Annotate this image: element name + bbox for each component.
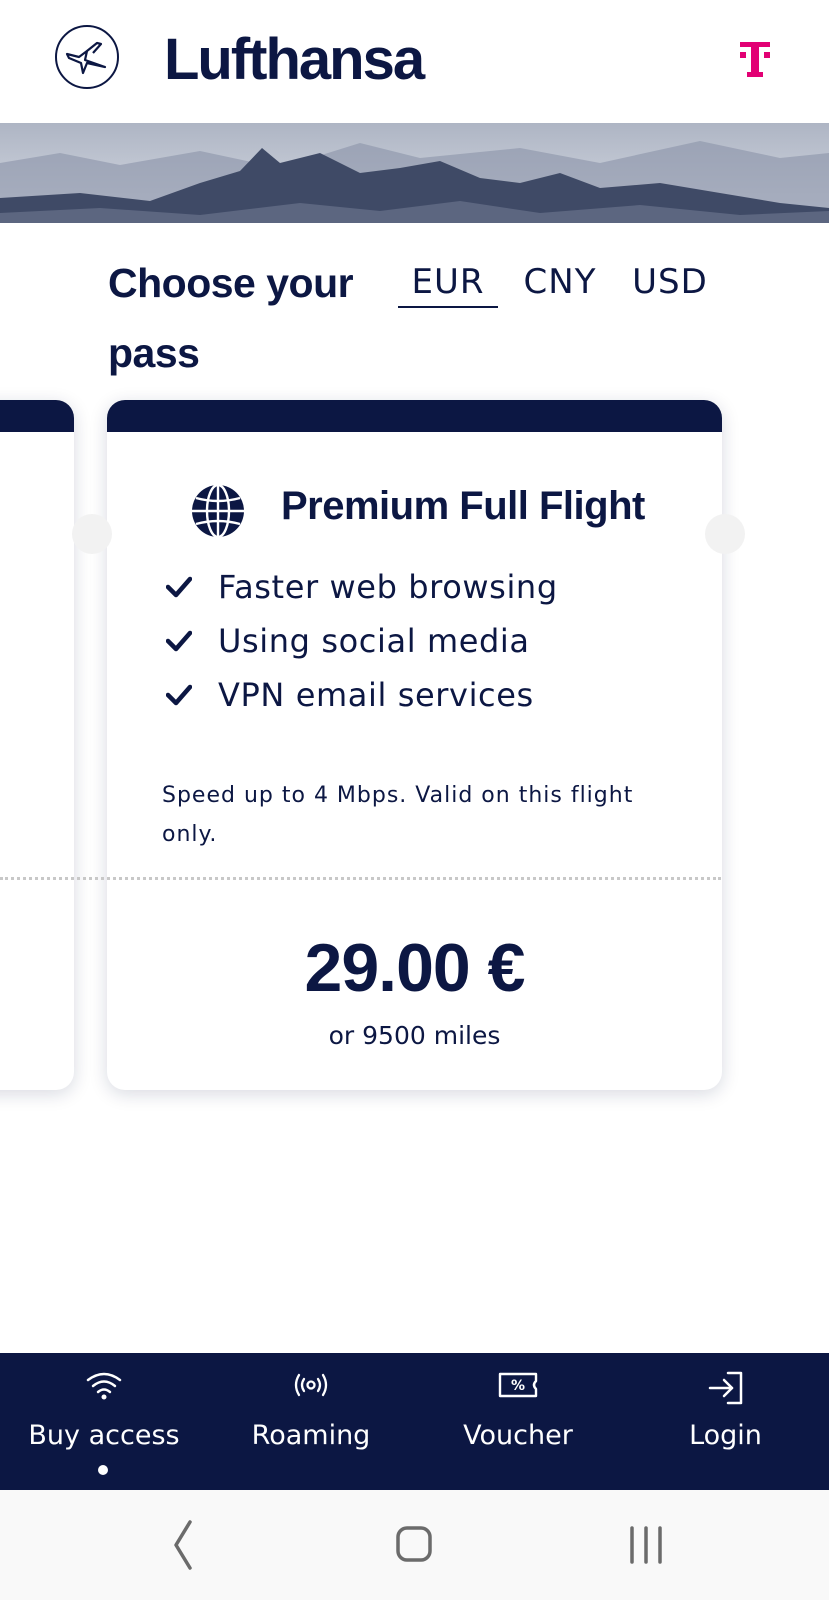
card-top-bar [0, 400, 74, 432]
recent-apps-icon[interactable] [628, 1490, 668, 1604]
feature-text: Faster web browsing [218, 568, 558, 606]
card-notch [72, 514, 112, 554]
plan-title: Premium Full Flight [281, 484, 645, 528]
card-top-bar [107, 400, 722, 432]
currency-tab-cny[interactable]: CNY [518, 258, 602, 306]
brand-name: Lufthansa [164, 27, 425, 92]
plan-miles: or 9500 miles [328, 1021, 501, 1050]
currency-tab-eur[interactable]: EUR [398, 258, 498, 308]
check-icon [165, 576, 193, 602]
voucher-icon: % [497, 1370, 539, 1404]
nav-label: Login [689, 1420, 762, 1451]
svg-text:%: % [511, 1378, 525, 1394]
check-icon [165, 684, 193, 710]
page-title: Choose your pass [108, 260, 354, 376]
nav-voucher[interactable]: % Voucher [414, 1353, 622, 1490]
back-icon[interactable] [168, 1490, 198, 1604]
telekom-t-icon [740, 42, 770, 82]
system-navigation-bar [0, 1490, 829, 1600]
nav-label: Roaming [251, 1420, 371, 1451]
broadcast-icon [291, 1370, 331, 1404]
currency-tab-usd[interactable]: USD [628, 258, 712, 306]
nav-roaming[interactable]: Roaming [208, 1353, 414, 1490]
card-divider [0, 877, 721, 880]
pass-card-previous[interactable] [0, 400, 74, 1090]
nav-login[interactable]: Login [622, 1353, 829, 1490]
wifi-icon [84, 1370, 124, 1404]
login-icon [706, 1370, 746, 1410]
plan-description: Speed up to 4 Mbps. Valid on this flight… [162, 783, 634, 847]
home-icon[interactable] [395, 1490, 435, 1604]
feature-text: Using social media [218, 622, 530, 660]
nav-label: Buy access [28, 1420, 180, 1451]
app-header: Lufthansa [0, 0, 829, 123]
active-indicator [98, 1465, 108, 1475]
plan-price: 29.00 € [304, 930, 526, 1006]
nav-label: Voucher [463, 1420, 573, 1451]
check-icon [165, 630, 193, 656]
mountain-banner [0, 123, 829, 223]
crane-logo-icon [55, 25, 119, 89]
card-notch [705, 514, 745, 554]
feature-text: VPN email services [218, 676, 534, 714]
bottom-navigation: Buy access Roaming % Voucher Login [0, 1353, 829, 1490]
globe-icon [190, 483, 246, 543]
